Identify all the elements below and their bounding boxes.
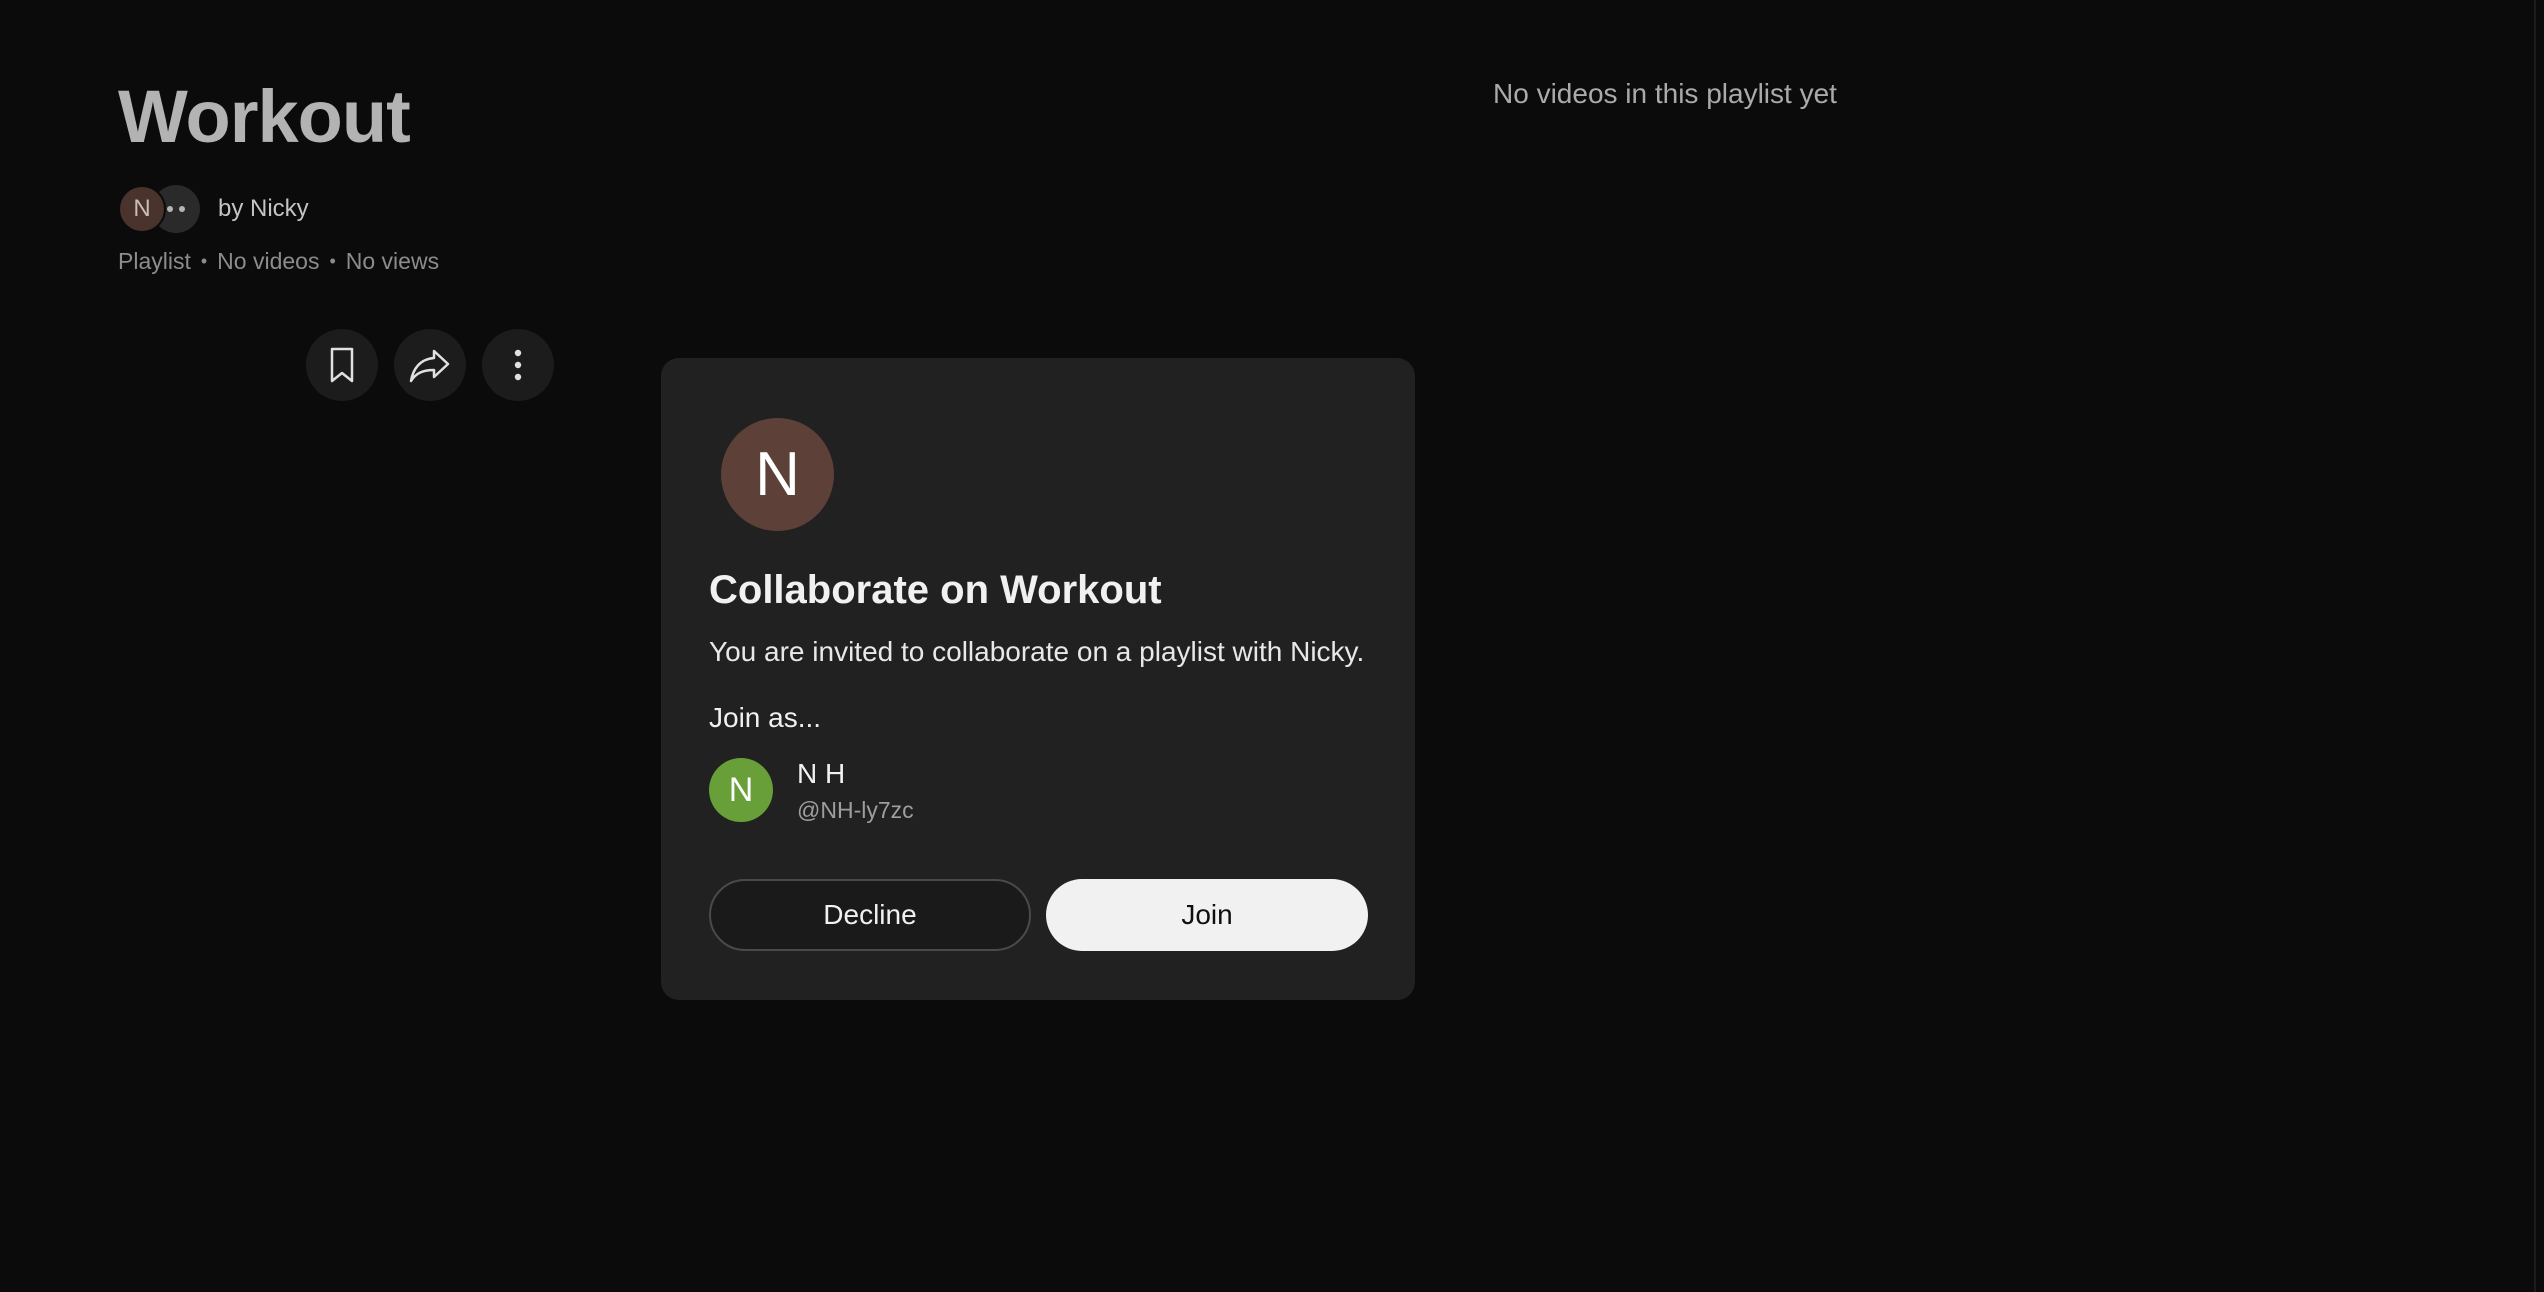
join-button[interactable]: Join: [1046, 879, 1368, 951]
decline-button[interactable]: Decline: [709, 879, 1031, 951]
meta-separator: •: [329, 251, 336, 271]
save-playlist-button[interactable]: [306, 329, 378, 401]
meta-separator: •: [200, 251, 208, 271]
scrollbar-track[interactable]: [2534, 0, 2536, 1292]
page: Workout N by Nicky Playlist • No videos …: [0, 0, 2544, 1292]
owner-name[interactable]: by Nicky: [218, 195, 309, 223]
share-icon: [409, 349, 450, 383]
account-selector[interactable]: N N H @NH-ly7zc: [709, 756, 914, 824]
meta-view-count: No views: [345, 248, 440, 274]
meta-video-count: No videos: [217, 248, 320, 274]
dialog-message: You are invited to collaborate on a play…: [709, 636, 1365, 667]
playlist-meta: Playlist • No videos • No views: [118, 248, 439, 275]
dot: [167, 206, 173, 212]
meta-type: Playlist: [118, 248, 191, 274]
inviter-avatar: N: [721, 418, 834, 531]
empty-playlist-message: No videos in this playlist yet: [1493, 78, 1837, 109]
owner-avatar: N: [118, 185, 166, 233]
playlist-title: Workout: [118, 75, 411, 158]
dot: [179, 206, 185, 212]
more-vert-icon: [514, 349, 522, 381]
account-handle: @NH-ly7zc: [797, 797, 914, 823]
owner-row[interactable]: N by Nicky: [118, 185, 309, 233]
account-avatar: N: [709, 758, 773, 822]
dialog-title: Collaborate on Workout: [709, 568, 1162, 612]
bookmark-icon: [330, 347, 354, 383]
more-actions-button[interactable]: [482, 329, 554, 401]
account-info: N H @NH-ly7zc: [797, 756, 914, 824]
collaborate-dialog: N Collaborate on Workout You are invited…: [661, 358, 1415, 1000]
collaborator-avatars[interactable]: N: [118, 185, 202, 233]
join-as-label: Join as...: [709, 702, 822, 733]
share-button[interactable]: [394, 329, 466, 401]
account-name: N H: [797, 758, 846, 789]
